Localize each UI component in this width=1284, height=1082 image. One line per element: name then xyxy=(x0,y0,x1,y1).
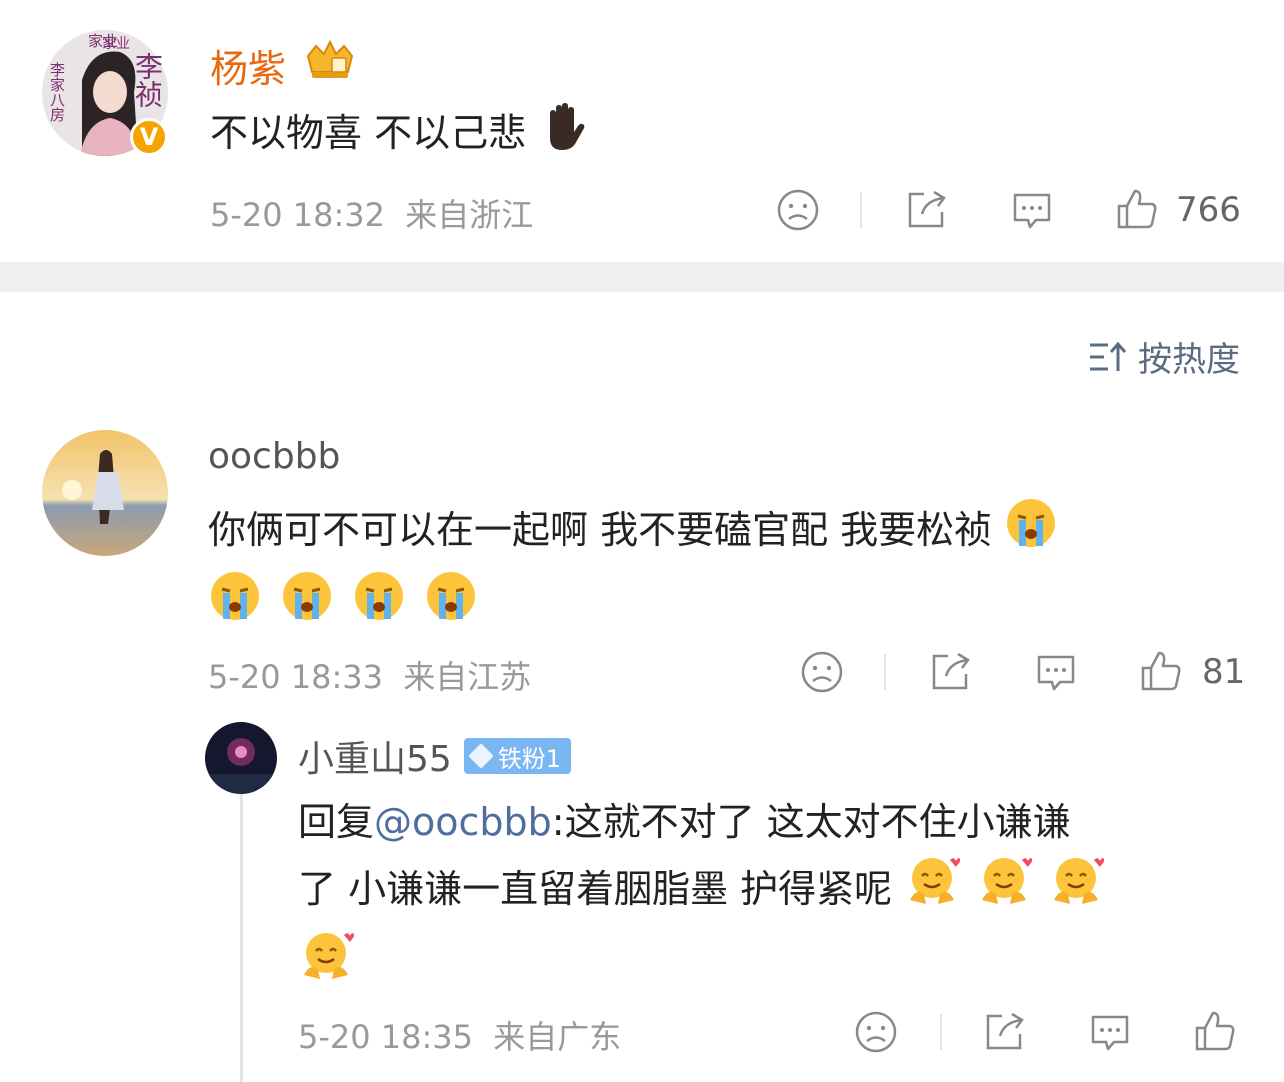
comment-icon[interactable] xyxy=(1034,650,1078,694)
share-icon[interactable] xyxy=(982,1010,1028,1054)
reply-text-line1: :这就不对了 这太对不住小谦谦 xyxy=(551,800,1071,844)
dislike-face-icon[interactable] xyxy=(800,650,844,694)
diamond-icon xyxy=(468,743,494,769)
post-text: 不以物喜 不以己悲 xyxy=(210,100,590,171)
crying-face-icon xyxy=(424,569,478,642)
comment-avatar[interactable] xyxy=(42,430,168,556)
share-icon[interactable] xyxy=(928,650,974,694)
like-icon[interactable] xyxy=(1192,1008,1238,1054)
comment-author-name[interactable]: oocbbb xyxy=(208,436,340,477)
post-meta: 5-20 18:32 来自浙江 xyxy=(210,190,533,236)
crown-icon xyxy=(302,38,358,82)
like-icon[interactable] xyxy=(1138,648,1184,694)
reply-thread-line xyxy=(240,790,243,1082)
comment-like-count: 81 xyxy=(1202,652,1246,692)
dislike-face-icon[interactable] xyxy=(776,188,820,232)
reply-location: 来自广东 xyxy=(493,1018,622,1056)
post-location: 来自浙江 xyxy=(405,196,534,234)
comment-location: 来自江苏 xyxy=(403,658,532,696)
sort-label: 按热度 xyxy=(1138,340,1240,380)
post-time: 5-20 18:32 xyxy=(210,196,386,234)
fan-level-badge: 铁粉1 xyxy=(463,738,572,774)
dislike-face-icon[interactable] xyxy=(854,1010,898,1054)
avatar-subtitle: 李家八房 xyxy=(48,62,66,122)
hug-face-icon xyxy=(976,854,1034,929)
comment-text: 你俩可不可以在一起啊 我不要磕官配 我要松祯 xyxy=(208,496,1238,642)
post-author-name[interactable]: 杨紫 xyxy=(210,38,286,93)
avatar-title: 李祯 xyxy=(131,52,164,108)
reply-time: 5-20 18:35 xyxy=(298,1018,474,1056)
comment-time: 5-20 18:33 xyxy=(208,658,384,696)
reply-text: 回复@oocbbb:这就不对了 这太对不住小谦谦 了 小谦谦一直留着胭脂墨 护得… xyxy=(298,790,1238,1004)
verified-badge-icon: V xyxy=(130,118,168,156)
reply-text-line2: 了 小谦谦一直留着胭脂墨 护得紧呢 xyxy=(298,867,893,911)
hug-face-icon xyxy=(298,929,355,1004)
reply-author-name[interactable]: 小重山55 xyxy=(298,730,452,782)
raised-hand-icon xyxy=(538,100,590,171)
comment-icon[interactable] xyxy=(1088,1010,1132,1054)
reply-author-row: 小重山55 铁粉1 xyxy=(298,730,572,782)
reply-avatar[interactable] xyxy=(205,722,277,794)
comment-text-content: 你俩可不可以在一起啊 我不要磕官配 我要松祯 xyxy=(208,508,993,552)
share-icon[interactable] xyxy=(904,188,950,232)
action-separator xyxy=(940,1014,942,1050)
crying-face-icon xyxy=(280,569,334,642)
crying-face-icon xyxy=(1004,496,1058,569)
reply-mention-link[interactable]: @oocbbb xyxy=(374,800,552,844)
action-separator xyxy=(860,192,862,228)
like-icon[interactable] xyxy=(1114,186,1160,232)
comment-icon[interactable] xyxy=(1010,188,1054,232)
hug-face-icon xyxy=(904,854,962,929)
comment-meta: 5-20 18:33 来自江苏 xyxy=(208,652,531,698)
crying-face-icon xyxy=(208,569,262,642)
reply-meta: 5-20 18:35 来自广东 xyxy=(298,1012,621,1058)
reply-prefix: 回复 xyxy=(298,800,375,844)
hug-face-icon xyxy=(1048,854,1106,929)
sort-toggle[interactable]: 按热度 xyxy=(1088,332,1240,381)
fan-badge-label: 铁粉1 xyxy=(497,744,562,773)
section-divider xyxy=(0,262,1284,292)
avatar-caption: 家业 xyxy=(88,32,119,50)
post-like-count: 766 xyxy=(1176,190,1241,230)
post-text-content: 不以物喜 不以己悲 xyxy=(210,111,527,155)
crying-face-icon xyxy=(352,569,406,642)
sort-icon xyxy=(1088,339,1128,375)
action-separator xyxy=(884,654,886,690)
